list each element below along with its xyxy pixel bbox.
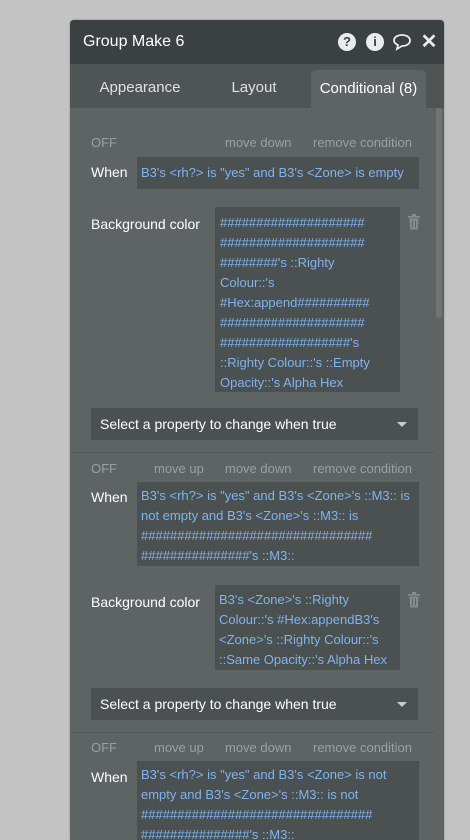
when-line: ###############'s ::M3:: (141, 548, 295, 563)
tab-bar: Appearance Layout Conditional (8) (70, 64, 444, 108)
select-placeholder: Select a property to change when true (100, 416, 337, 432)
condition-1-when-label: When (91, 164, 128, 180)
condition-2-trash-icon[interactable] (407, 592, 421, 608)
condition-1-move-down[interactable]: move down (225, 135, 291, 150)
when-line: B3's <rh?> is "yes" and B3's <Zone> is n… (141, 767, 387, 782)
condition-3-move-up[interactable]: move up (154, 740, 204, 755)
info-icon[interactable]: i (366, 33, 384, 51)
help-icon[interactable]: ? (338, 33, 356, 51)
condition-3-move-down[interactable]: move down (225, 740, 291, 755)
property-editor-panel: Group Make 6 ? i ✕ Appearance Layout Con… (70, 20, 444, 840)
condition-3-when-expression[interactable]: B3's <rh?> is "yes" and B3's <Zone> is n… (137, 761, 419, 840)
condition-3-off-toggle[interactable]: OFF (91, 740, 117, 755)
when-line: not empty and B3's <Zone>'s ::M3:: is (141, 508, 359, 523)
condition-1-property-select[interactable]: Select a property to change when true (91, 408, 418, 440)
tab-appearance[interactable]: Appearance (70, 64, 210, 108)
value-line: B3's <Zone>'s ::Righty (219, 592, 349, 607)
tab-conditional[interactable]: Conditional (8) (311, 70, 426, 108)
condition-3-remove[interactable]: remove condition (313, 740, 412, 755)
close-icon[interactable]: ✕ (420, 32, 438, 52)
condition-2-property-label: Background color (91, 594, 200, 610)
value-line: ::Same Opacity::'s Alpha Hex (219, 652, 387, 667)
value-line: ########'s ::Righty (220, 255, 335, 270)
condition-2-property-select[interactable]: Select a property to change when true (91, 688, 418, 720)
when-line: ###############'s ::M3:: (141, 827, 295, 840)
when-line: ################################ (141, 528, 373, 543)
condition-2-move-up[interactable]: move up (154, 461, 204, 476)
condition-2-off-toggle[interactable]: OFF (91, 461, 117, 476)
value-line: ##################'s (220, 335, 360, 350)
condition-1-when-expression[interactable]: B3's <rh?> is "yes" and B3's <Zone> is e… (137, 157, 419, 189)
condition-3-when-label: When (91, 769, 128, 785)
comment-icon[interactable] (392, 33, 411, 51)
value-line: <Zone>'s ::Righty Colour::'s (219, 632, 379, 647)
tab-layout[interactable]: Layout (212, 64, 296, 108)
value-line: #################### (220, 235, 365, 250)
condition-2-background-color-value[interactable]: B3's <Zone>'s ::Righty Colour::'s #Hex:a… (215, 585, 400, 670)
scrollbar[interactable] (436, 108, 442, 318)
chevron-down-icon (397, 702, 407, 707)
value-line: Colour::'s #Hex:appendB3's (219, 612, 380, 627)
conditional-content: OFF move down remove condition When B3's… (70, 108, 444, 840)
value-line: ::Righty Colour::'s ::Empty (220, 355, 370, 370)
condition-2-remove[interactable]: remove condition (313, 461, 412, 476)
value-line: #################### (220, 215, 365, 230)
chevron-down-icon (397, 422, 407, 427)
when-line: B3's <rh?> is "yes" and B3's <Zone> is e… (141, 165, 404, 180)
when-line: empty and B3's <Zone>'s ::M3:: is not (141, 787, 359, 802)
condition-2-when-expression[interactable]: B3's <rh?> is "yes" and B3's <Zone>'s ::… (137, 482, 419, 566)
condition-1-background-color-value[interactable]: #################### ###################… (215, 207, 400, 392)
divider (70, 452, 436, 453)
when-line: B3's <rh?> is "yes" and B3's <Zone>'s ::… (141, 488, 410, 503)
condition-1-remove[interactable]: remove condition (313, 135, 412, 150)
divider (70, 732, 436, 733)
when-line: ################################ (141, 807, 373, 822)
value-line: Colour::'s (220, 275, 275, 290)
panel-title: Group Make 6 (83, 33, 185, 50)
condition-1-off-toggle[interactable]: OFF (91, 135, 117, 150)
value-line: Opacity::'s Alpha Hex (220, 375, 344, 390)
select-placeholder: Select a property to change when true (100, 696, 337, 712)
condition-2-when-label: When (91, 489, 128, 505)
value-line: #################### (220, 315, 365, 330)
condition-2-move-down[interactable]: move down (225, 461, 291, 476)
condition-1-property-label: Background color (91, 216, 200, 232)
value-line: #Hex:append########## (220, 295, 370, 310)
panel-header: Group Make 6 ? i ✕ (70, 20, 444, 64)
condition-1-trash-icon[interactable] (407, 214, 421, 230)
